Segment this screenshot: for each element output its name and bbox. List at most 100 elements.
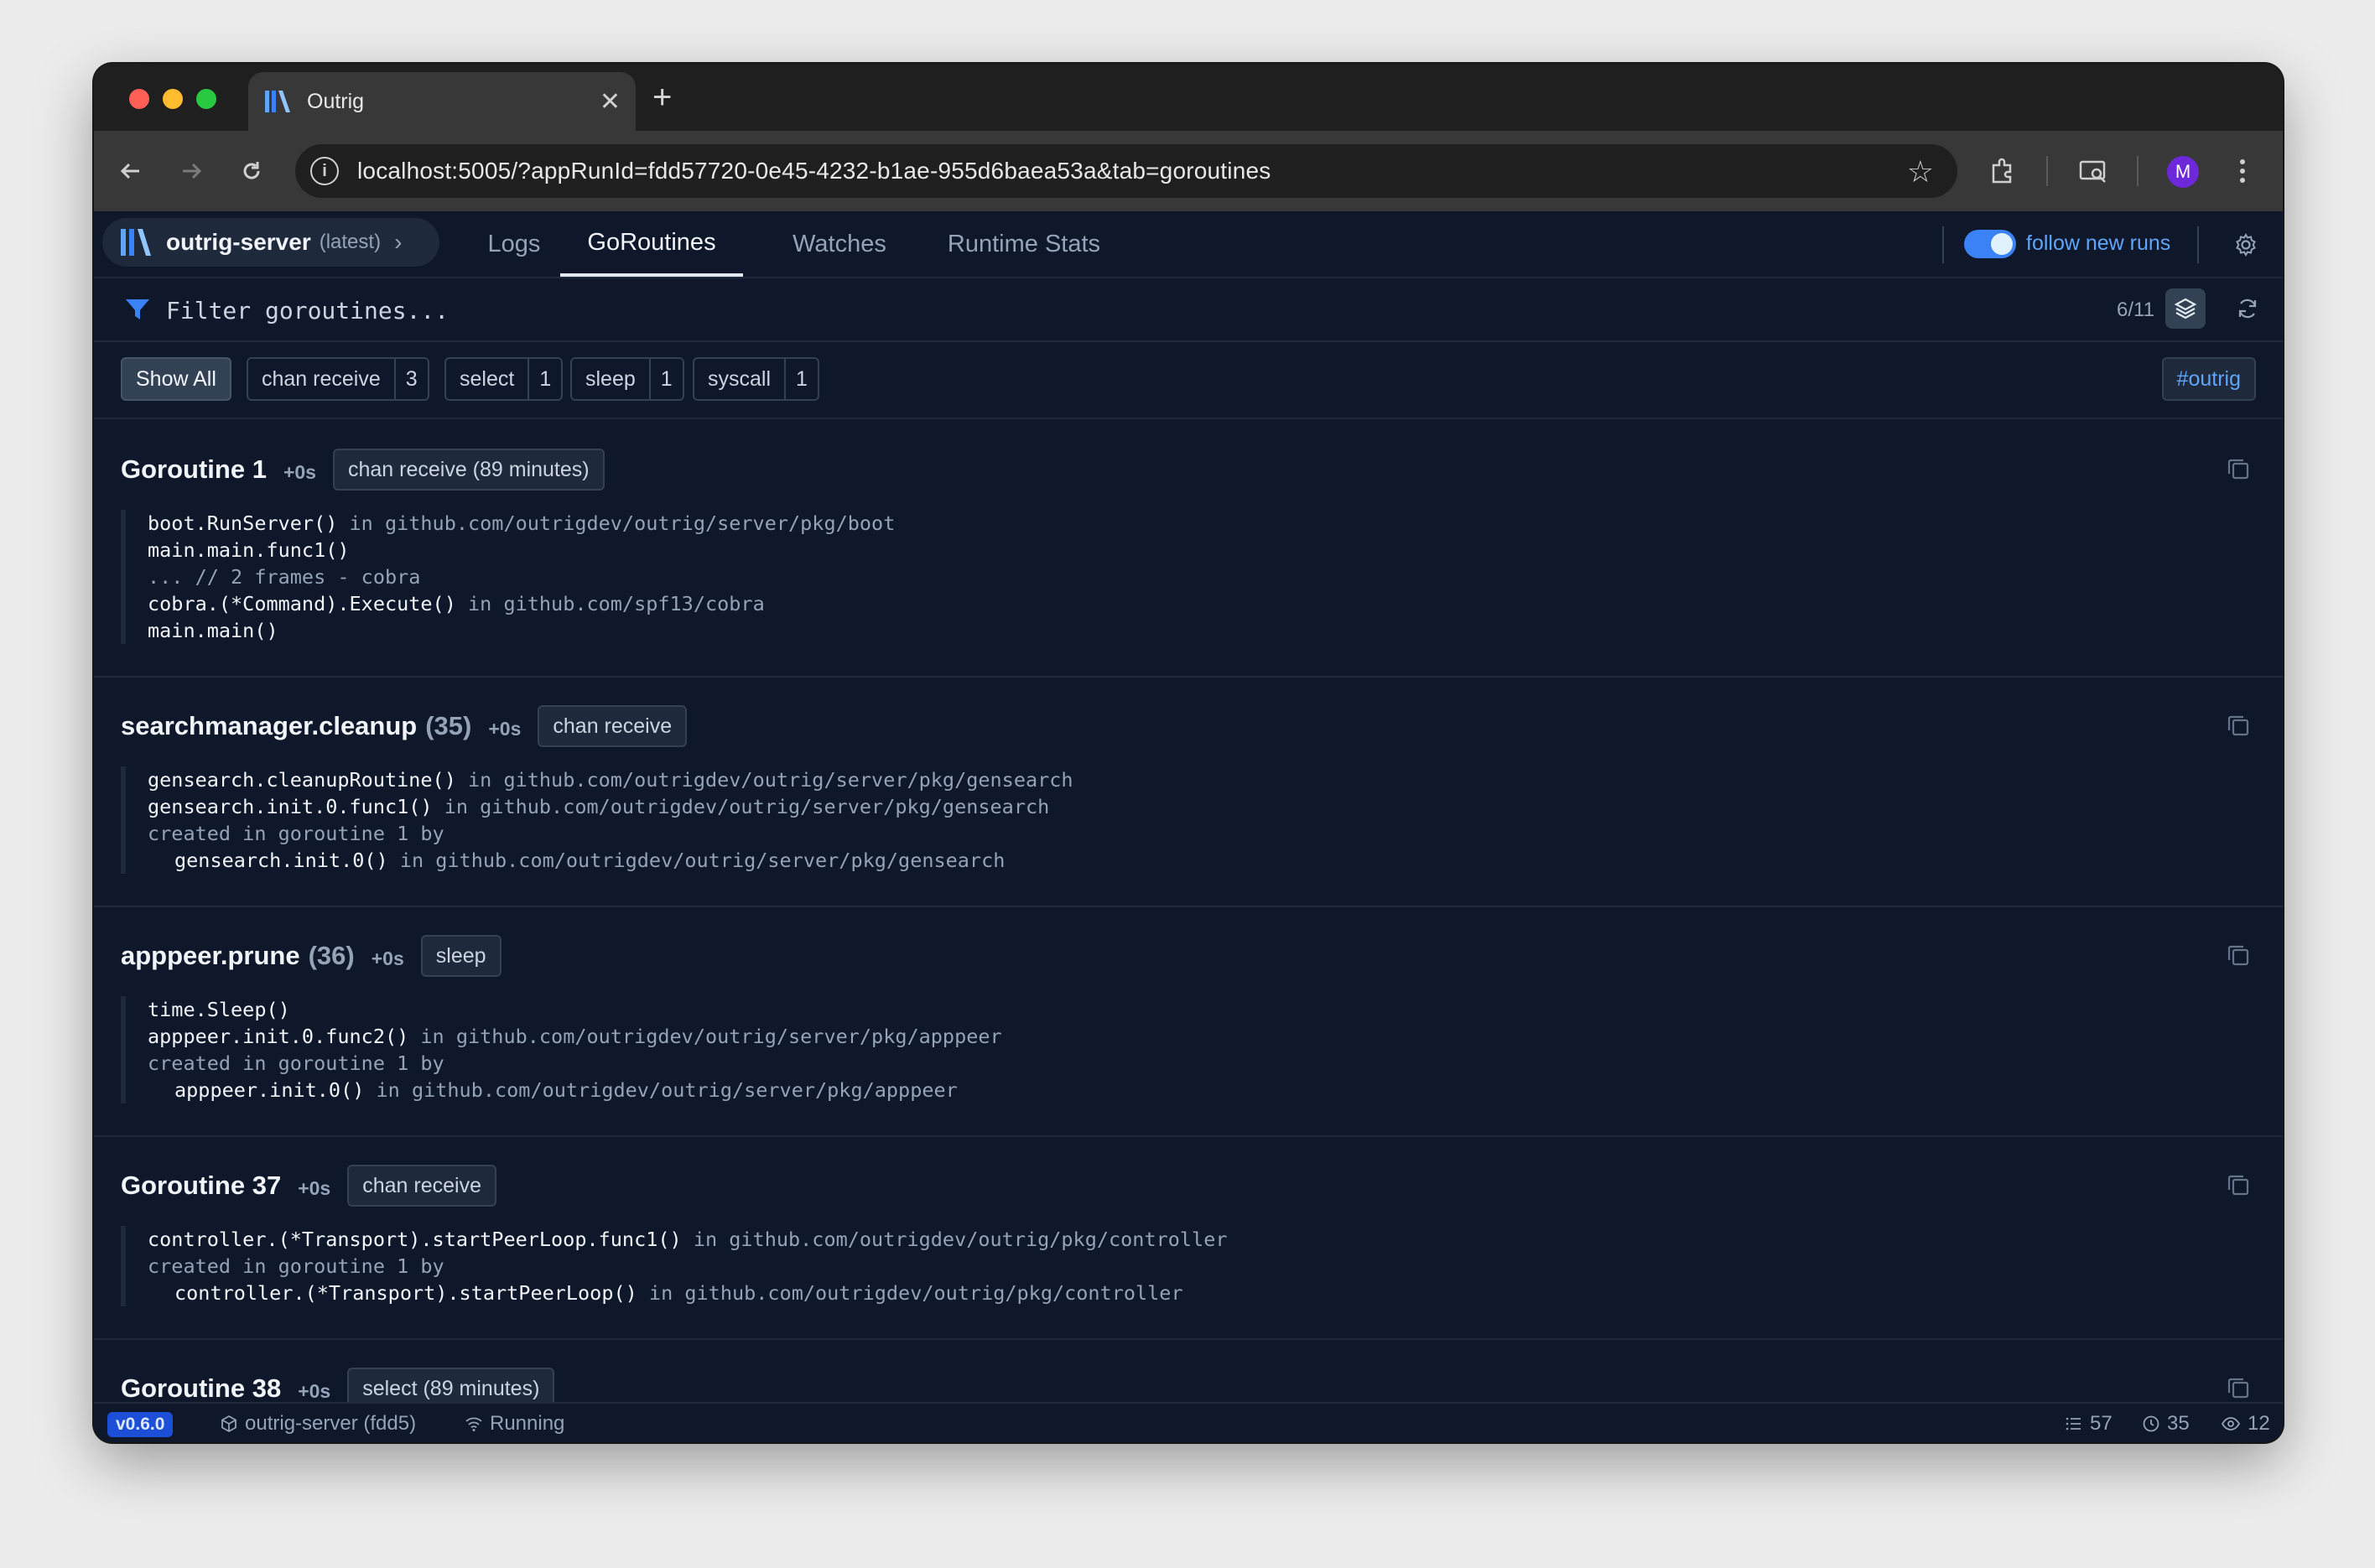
goroutine-header: apppeer.prune (36) +0s sleep — [121, 934, 2256, 978]
goroutine-name: Goroutine 1 — [121, 454, 267, 484]
goroutine-name: Goroutine 37 — [121, 1171, 282, 1200]
frame-package: in github.com/outrigdev/outrig/pkg/contr… — [681, 1228, 1228, 1251]
goroutine-state-badge: chan receive — [538, 705, 688, 747]
frame-package: in github.com/outrigdev/outrig/server/pk… — [432, 795, 1050, 818]
refresh-icon[interactable] — [2229, 290, 2266, 327]
version-badge: v0.6.0 — [107, 1412, 174, 1437]
nav-divider — [1942, 226, 1944, 263]
app-nav: outrig-server (latest) › Logs GoRoutines… — [94, 211, 2283, 278]
tab-watches[interactable]: Watches — [761, 211, 917, 277]
chip-label: select — [460, 366, 515, 391]
goroutine-state-badge: select (89 minutes) — [347, 1368, 555, 1402]
eye-icon — [2221, 1417, 2241, 1430]
settings-gear-icon[interactable] — [2227, 226, 2264, 263]
tab-logs[interactable]: Logs — [468, 211, 560, 277]
address-bar[interactable]: i localhost:5005/?appRunId=fdd57720-0e45… — [295, 144, 1957, 198]
filter-bar: 6/11 — [94, 278, 2283, 342]
frame-function: controller.(*Transport).startPeerLoop() — [174, 1281, 637, 1305]
browser-menu-icon[interactable] — [2224, 153, 2261, 190]
maximize-window-button[interactable] — [196, 89, 216, 109]
goroutine-state-badge: chan receive (89 minutes) — [332, 449, 605, 491]
chip-sleep[interactable]: sleep 1 — [570, 357, 684, 401]
stack-frame: gensearch.cleanupRoutine() in github.com… — [148, 766, 2256, 793]
stack-frame: cobra.(*Command).Execute() in github.com… — [148, 590, 2256, 617]
stack-frame: apppeer.init.0.func2() in github.com/out… — [148, 1023, 2256, 1050]
chip-count: 1 — [527, 359, 561, 399]
toolbar-separator — [2046, 156, 2048, 186]
browser-toolbar: i localhost:5005/?appRunId=fdd57720-0e45… — [94, 131, 2283, 211]
goroutine-age: +0s — [371, 947, 404, 969]
frame-function: apppeer.init.0.func2() — [148, 1025, 409, 1048]
chip-label: sleep — [585, 366, 636, 391]
clock-icon — [2143, 1415, 2159, 1432]
goroutine-age: +0s — [283, 460, 316, 483]
copy-icon[interactable] — [2226, 713, 2251, 738]
stack-frame: boot.RunServer() in github.com/outrigdev… — [148, 510, 2256, 537]
tab-runtime-stats[interactable]: Runtime Stats — [917, 211, 1130, 277]
close-tab-icon[interactable]: ✕ — [600, 87, 621, 117]
chip-select[interactable]: select 1 — [444, 357, 564, 401]
url-text[interactable]: localhost:5005/?appRunId=fdd57720-0e45-4… — [357, 158, 1957, 184]
status-goroutines-count[interactable]: 35 — [2142, 1412, 2190, 1436]
outrig-app: outrig-server (latest) › Logs GoRoutines… — [94, 211, 2283, 1442]
hashtag-filter[interactable]: #outrig — [2161, 357, 2256, 401]
stack-frame: main.main.func1() — [148, 537, 2256, 563]
media-router-icon[interactable] — [2075, 153, 2112, 190]
bookmark-star-icon[interactable]: ☆ — [1907, 154, 1934, 190]
status-logs-count[interactable]: 57 — [2065, 1412, 2113, 1436]
extensions-icon[interactable] — [1984, 153, 2021, 190]
stack-trace: time.Sleep() apppeer.init.0.func2() in gi… — [121, 996, 2256, 1103]
profile-avatar[interactable]: M — [2167, 156, 2199, 188]
chevron-right-icon: › — [394, 229, 403, 255]
chip-show-all[interactable]: Show All — [121, 357, 231, 401]
stack-layers-icon[interactable] — [2165, 288, 2206, 329]
tab-goroutines[interactable]: GoRoutines — [560, 211, 743, 277]
frame-function: created in goroutine 1 by — [148, 822, 444, 845]
status-watches-count[interactable]: 12 — [2221, 1412, 2270, 1436]
stack-frame: gensearch.init.0.func1() in github.com/o… — [148, 793, 2256, 820]
close-window-button[interactable] — [129, 89, 149, 109]
back-icon[interactable] — [112, 153, 149, 190]
copy-icon[interactable] — [2226, 456, 2251, 481]
site-info-icon[interactable]: i — [310, 157, 339, 185]
frame-function: apppeer.init.0() — [174, 1078, 365, 1102]
frame-package: in github.com/outrigdev/outrig/server/pk… — [455, 768, 1073, 792]
goroutine-entry: apppeer.prune (36) +0s sleep time.Sleep() app… — [94, 907, 2283, 1137]
frame-function: cobra.(*Command).Execute() — [148, 592, 456, 615]
reload-icon[interactable] — [233, 153, 270, 190]
goroutine-id: (36) — [308, 941, 355, 970]
app-selector[interactable]: outrig-server (latest) › — [102, 218, 439, 267]
chip-label: chan receive — [262, 366, 381, 391]
copy-icon[interactable] — [2226, 1375, 2251, 1400]
frame-package: in github.com/outrigdev/outrig/server/pk… — [408, 1025, 1002, 1048]
minimize-window-button[interactable] — [163, 89, 183, 109]
frame-function: gensearch.init.0.func1() — [148, 795, 433, 818]
list-icon — [2066, 1417, 2081, 1430]
goroutine-header: searchmanager.cleanup (35) +0s chan receive — [121, 704, 2256, 748]
frame-package: in github.com/outrigdev/outrig/server/pk… — [337, 511, 896, 535]
new-tab-button[interactable]: + — [652, 79, 672, 116]
frame-function: controller.(*Transport).startPeerLoop.fu… — [148, 1228, 682, 1251]
frame-function: ... // 2 frames - cobra — [148, 565, 421, 589]
stack-frame: gensearch.init.0() in github.com/outrigd… — [148, 847, 2256, 874]
browser-chrome: Outrig ✕ + i localhost:5005/?appRunId=fd… — [94, 64, 2283, 211]
chip-syscall[interactable]: syscall 1 — [693, 357, 819, 401]
goroutine-name: searchmanager.cleanup — [121, 711, 418, 740]
frame-function: main.main() — [148, 619, 278, 642]
filter-goroutines-input[interactable] — [166, 290, 1676, 330]
chip-chan-receive[interactable]: chan receive 3 — [247, 357, 429, 401]
frame-function: created in goroutine 1 by — [148, 1051, 444, 1075]
follow-runs-toggle[interactable] — [1964, 230, 2016, 258]
copy-icon[interactable] — [2226, 942, 2251, 968]
frame-function: gensearch.cleanupRoutine() — [148, 768, 456, 792]
browser-tab[interactable]: Outrig ✕ — [248, 72, 636, 131]
forward-icon[interactable] — [173, 153, 210, 190]
state-filter-chips: Show All chan receive 3 select 1 sleep 1… — [94, 342, 2283, 419]
copy-icon[interactable] — [2226, 1172, 2251, 1197]
tab-title: Outrig — [307, 89, 365, 113]
frame-package: in github.com/outrigdev/outrig/server/pk… — [364, 1078, 958, 1102]
goroutine-entry: Goroutine 37 +0s chan receive controller.(*… — [94, 1137, 2283, 1340]
frame-function: time.Sleep() — [148, 998, 290, 1021]
logs-count: 57 — [2090, 1412, 2113, 1435]
status-app: outrig-server (fdd5) — [220, 1412, 416, 1436]
